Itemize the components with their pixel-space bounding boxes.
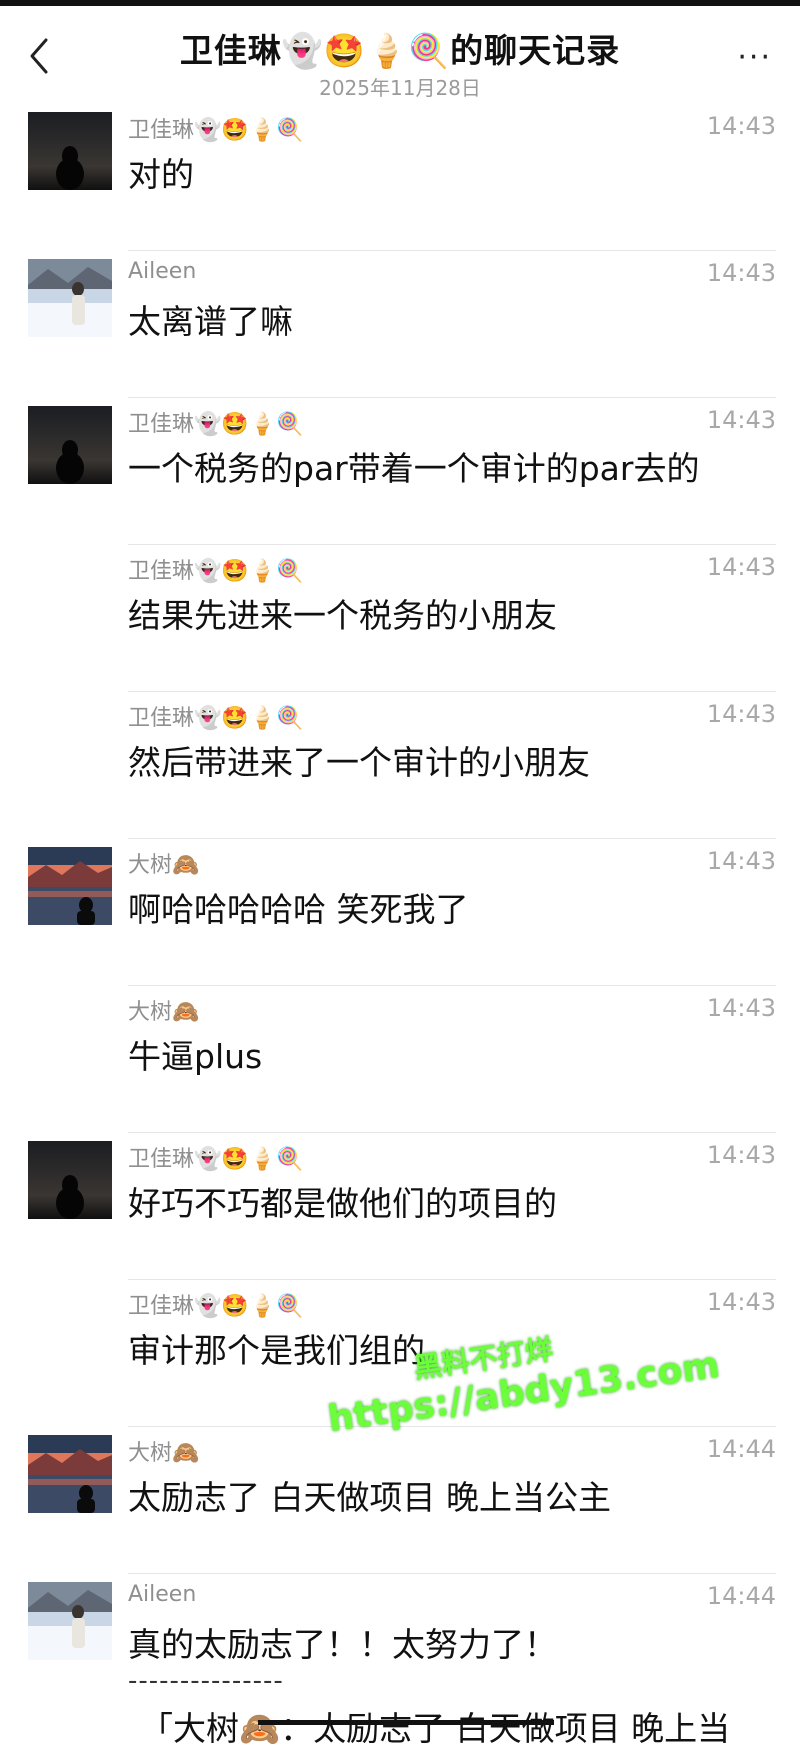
message-row[interactable]: 卫佳琳👻🤩🍦🍭 14:43 然后带进来了一个审计的小朋友 — [0, 692, 800, 839]
snow-girl-avatar[interactable] — [28, 1582, 112, 1660]
sender-name: 大树🙈 — [128, 1000, 200, 1025]
sunset-mountain-avatar[interactable] — [28, 1435, 112, 1513]
message-text: 对的 — [128, 155, 194, 194]
sender-name: 卫佳琳👻🤩🍦🍭 — [128, 559, 304, 584]
message-text: 牛逼plus — [128, 1037, 263, 1076]
sender-name: 大树🙈 — [128, 1441, 200, 1466]
dark-silhouette-avatar[interactable] — [28, 1141, 112, 1219]
message-text: 一个税务的par带着一个审计的par去的 — [128, 449, 700, 488]
message-row[interactable]: 大树🙈 14:44 太励志了 白天做项目 晚上当公主 — [0, 1427, 800, 1574]
message-time: 14:43 — [706, 700, 776, 728]
message-row[interactable]: 卫佳琳👻🤩🍦🍭 14:43 一个税务的par带着一个审计的par去的 — [0, 398, 800, 545]
message-text: 然后带进来了一个审计的小朋友 — [128, 743, 590, 782]
message-text: 太励志了 白天做项目 晚上当公主 — [128, 1478, 611, 1517]
quoted-message: 「大树🙈：太励志了 白天做项目 晚上当 — [140, 1709, 731, 1748]
snow-girl-avatar[interactable] — [28, 259, 112, 337]
sender-name: 卫佳琳👻🤩🍦🍭 — [128, 412, 304, 437]
message-text: 好巧不巧都是做他们的项目的 — [128, 1184, 557, 1223]
dark-silhouette-avatar[interactable] — [28, 406, 112, 484]
message-time: 14:43 — [706, 994, 776, 1022]
message-time: 14:43 — [706, 553, 776, 581]
sender-name: 卫佳琳👻🤩🍦🍭 — [128, 706, 304, 731]
sender-name: 卫佳琳👻🤩🍦🍭 — [128, 1294, 304, 1319]
message-row[interactable]: Aileen 14:43 太离谱了嘛 — [0, 251, 800, 398]
message-row[interactable]: 大树🙈 14:43 啊哈哈哈哈哈 笑死我了 — [0, 839, 800, 986]
message-text: 啊哈哈哈哈哈 笑死我了 — [128, 890, 469, 929]
more-options-icon[interactable]: ··· — [737, 40, 772, 75]
message-row[interactable]: Aileen 14:44 真的太励志了！！太努力了！ — [0, 1574, 800, 1721]
sender-name: 卫佳琳👻🤩🍦🍭 — [128, 1147, 304, 1172]
message-time: 14:43 — [706, 1141, 776, 1169]
redaction-strike — [258, 1720, 554, 1725]
message-time: 14:44 — [706, 1435, 776, 1463]
dark-silhouette-avatar[interactable] — [28, 112, 112, 190]
sender-name: Aileen — [128, 1582, 197, 1607]
quote-separator: --------------- — [128, 1666, 284, 1696]
chat-date: 2025年11月28日 — [319, 76, 481, 100]
message-time: 14:43 — [706, 847, 776, 875]
message-row[interactable]: 卫佳琳👻🤩🍦🍭 14:43 好巧不巧都是做他们的项目的 — [0, 1133, 800, 1280]
sunset-mountain-avatar[interactable] — [28, 847, 112, 925]
message-text: 真的太励志了！！太努力了！ — [128, 1625, 557, 1664]
message-row[interactable]: 大树🙈 14:43 牛逼plus — [0, 986, 800, 1133]
message-row[interactable]: 卫佳琳👻🤩🍦🍭 14:43 结果先进来一个税务的小朋友 — [0, 545, 800, 692]
sender-name: 卫佳琳👻🤩🍦🍭 — [128, 118, 304, 143]
sender-name: Aileen — [128, 259, 197, 284]
message-time: 14:43 — [706, 406, 776, 434]
chat-history-header: 卫佳琳👻🤩🍦🍭的聊天记录 2025年11月28日 ··· — [0, 6, 800, 102]
message-row[interactable]: 卫佳琳👻🤩🍦🍭 14:43 对的 — [0, 104, 800, 251]
message-time: 14:44 — [706, 1582, 776, 1610]
message-time: 14:43 — [706, 112, 776, 140]
message-text: 结果先进来一个税务的小朋友 — [128, 596, 557, 635]
message-time: 14:43 — [706, 1288, 776, 1316]
message-text: 太离谱了嘛 — [128, 302, 293, 341]
message-time: 14:43 — [706, 259, 776, 287]
page-title: 卫佳琳👻🤩🍦🍭的聊天记录 — [179, 31, 621, 70]
sender-name: 大树🙈 — [128, 853, 200, 878]
